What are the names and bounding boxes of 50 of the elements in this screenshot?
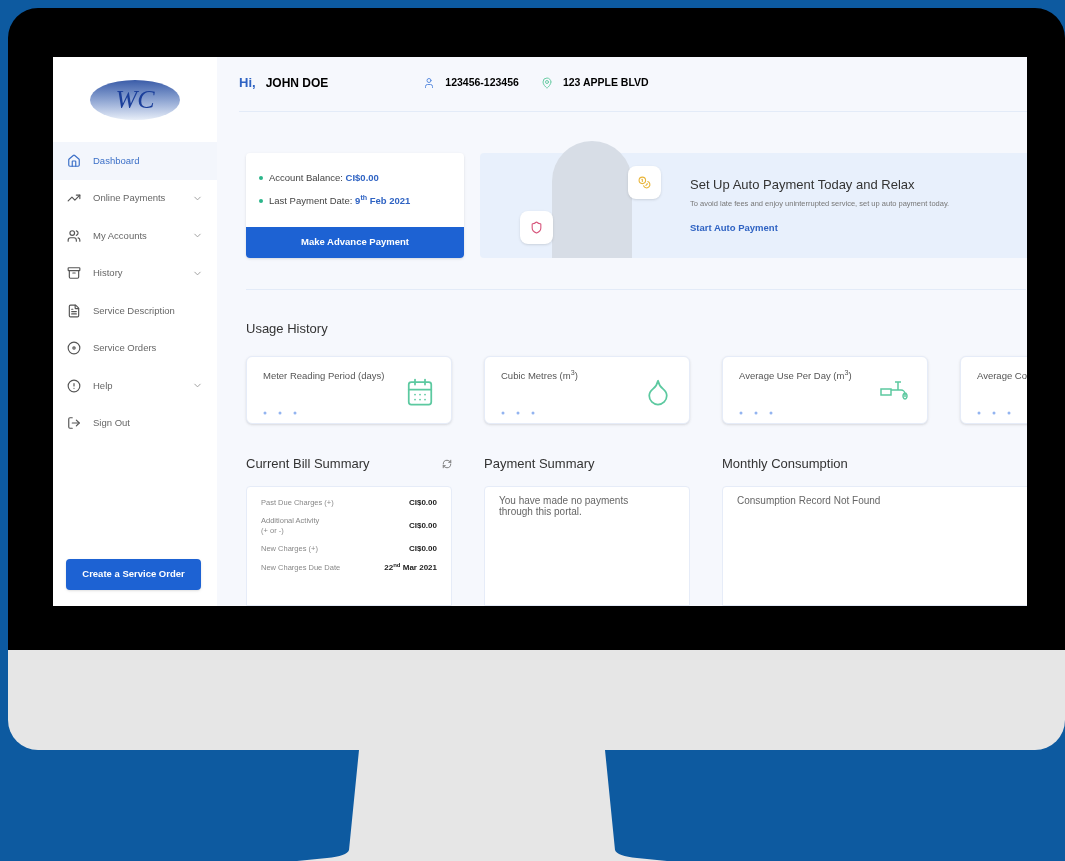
user-name: JOHN DOE xyxy=(265,74,329,92)
create-service-order-button[interactable]: Create a Service Order xyxy=(66,559,201,590)
sidebar-item[interactable]: Service Orders xyxy=(53,329,217,367)
make-advance-payment-button[interactable]: Make Advance Payment xyxy=(246,226,464,258)
account-number: 123456-123456 xyxy=(445,74,519,90)
usage-card-label: Meter Reading Period (days) xyxy=(263,369,385,383)
sidebar-item[interactable]: Help xyxy=(53,367,217,405)
bill-row-value: CI$0.00 xyxy=(408,519,437,532)
section-title: Usage History xyxy=(246,319,329,338)
banner-title: Set Up Auto Payment Today and Relax xyxy=(690,175,916,194)
usage-card-label: Average Use Per Day (m$^{3}$) xyxy=(739,369,852,383)
start-auto-payment-link[interactable]: Start Auto Payment xyxy=(690,221,950,236)
shield-badge-icon xyxy=(520,210,553,244)
account-info-text: Last Payment Date: 9$^{th}$ Feb 2021 xyxy=(269,193,411,208)
account-info-text: Account Balance: CI$0.00 xyxy=(269,171,379,186)
summary-message: Consumption Record Not Found xyxy=(737,495,882,506)
greeting: Hi, xyxy=(239,74,256,92)
sidebar-item-icon xyxy=(67,416,81,431)
section-title: Monthly Consumption xyxy=(722,455,848,474)
usage-card-label: Cubic Metres (m$^{3}$) xyxy=(501,369,578,383)
calendar-icon xyxy=(405,377,435,407)
sidebar-item-icon xyxy=(67,153,81,168)
address: 123 APPLE BLVD xyxy=(562,74,649,90)
loading-dots-icon xyxy=(739,411,773,415)
loading-dots-icon xyxy=(977,411,1011,415)
sidebar-item[interactable]: Sign Out xyxy=(53,404,217,442)
loading-dots-icon xyxy=(263,411,297,415)
user-icon xyxy=(423,76,436,89)
sidebar-item-icon xyxy=(67,378,81,393)
sidebar-item-icon xyxy=(67,341,81,356)
bill-row-value: 22$^{nd}$ Mar 2021 xyxy=(384,561,437,574)
bill-row-value: CI$0.00 xyxy=(408,497,437,509)
usage-card-label: Average Co xyxy=(977,369,1027,383)
logo: WC xyxy=(90,79,180,120)
sidebar-item-icon xyxy=(67,228,81,243)
bill-row-value: CI$0.00 xyxy=(408,542,437,555)
sidebar-item[interactable]: History xyxy=(53,254,217,292)
sidebar-item[interactable]: Dashboard xyxy=(53,142,217,180)
sidebar-item[interactable]: Online Payments xyxy=(53,179,217,217)
refresh-icon[interactable] xyxy=(442,459,452,469)
section-title: Payment Summary xyxy=(484,455,595,474)
sidebar-item[interactable]: My Accounts xyxy=(53,217,217,255)
summary-message: You have made no payments through this portal. xyxy=(499,495,630,517)
loading-dots-icon xyxy=(501,411,535,415)
location-icon xyxy=(540,76,553,89)
sidebar-item-icon xyxy=(67,266,81,281)
coin-badge-icon xyxy=(628,165,661,199)
sidebar-item[interactable]: Service Description xyxy=(53,292,217,330)
sidebar-item-icon xyxy=(67,303,81,318)
section-title: Current Bill Summary xyxy=(246,455,370,474)
